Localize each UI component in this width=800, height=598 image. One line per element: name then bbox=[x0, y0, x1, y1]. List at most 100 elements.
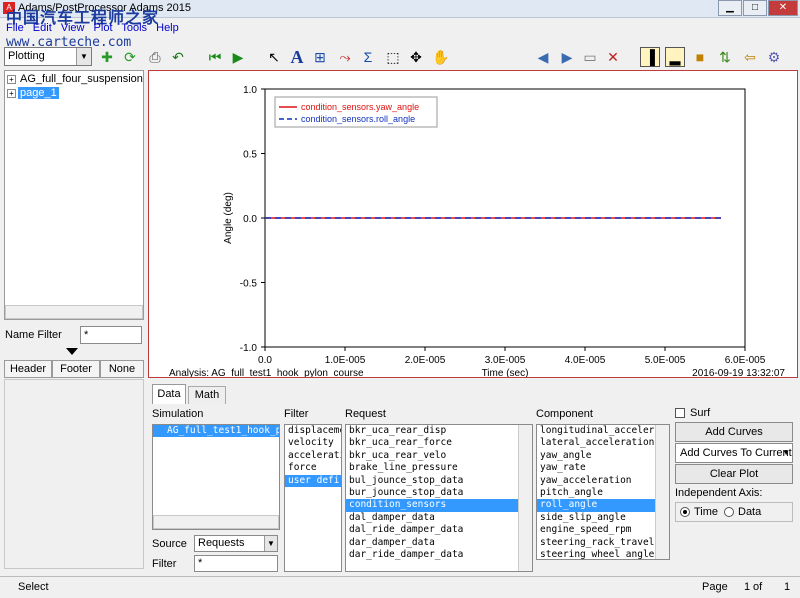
refresh-icon[interactable]: ⟳ bbox=[120, 47, 140, 67]
new-page-icon[interactable]: ▭ bbox=[580, 47, 600, 67]
filter-list[interactable]: displaceme velocity accelerati force user de… bbox=[284, 424, 342, 572]
delete-page-icon[interactable]: ✕ bbox=[603, 47, 623, 67]
tree-item-model[interactable]: + AG_full_four_suspension bbox=[7, 73, 145, 87]
none-button[interactable]: None bbox=[100, 360, 144, 378]
simulation-list[interactable]: AG_full_test1_hook_py bbox=[152, 424, 280, 530]
swap-icon[interactable]: ⇅ bbox=[715, 47, 735, 67]
chart-svg[interactable]: 1.00.50.0-0.5-1.00.0 1.0E-005 2.0E-005 3.0E… bbox=[149, 71, 797, 379]
expand-icon[interactable]: + bbox=[7, 74, 16, 84]
tab-math[interactable]: Math bbox=[188, 386, 226, 404]
menu-help[interactable]: Help bbox=[156, 22, 179, 34]
menu-view[interactable]: View bbox=[61, 22, 85, 34]
list-item[interactable]: steering_rack_travel bbox=[537, 537, 669, 549]
list-item[interactable]: bkr_uca_rear_force bbox=[346, 437, 532, 449]
list-item[interactable]: bkr_uca_rear_disp bbox=[346, 425, 532, 437]
mode-select[interactable]: Plotting ▼ bbox=[4, 47, 92, 66]
rewind-icon[interactable]: ⏮ bbox=[205, 47, 225, 67]
of-label: of bbox=[753, 581, 763, 593]
sum-icon[interactable]: Σ bbox=[358, 47, 378, 67]
list-item[interactable]: dar_ride_damper_data bbox=[346, 549, 532, 561]
next-page-icon[interactable]: ▶ bbox=[557, 47, 577, 67]
fit-icon[interactable]: ✥ bbox=[406, 47, 426, 67]
maximize-button[interactable]: □ bbox=[743, 0, 767, 16]
zoom-box-icon[interactable]: ⬚ bbox=[383, 47, 403, 67]
list-item[interactable]: side_slip_angle bbox=[537, 512, 669, 524]
list-item[interactable]: accelerati bbox=[285, 450, 341, 462]
expand-icon[interactable]: + bbox=[7, 88, 16, 98]
list-item[interactable]: dal_damper_data bbox=[346, 512, 532, 524]
play-icon[interactable]: ▶ bbox=[228, 47, 248, 67]
select-arrow-icon[interactable]: ↖ bbox=[264, 47, 284, 67]
list-item[interactable]: brake_line_pressure bbox=[346, 462, 532, 474]
list-item[interactable]: bur_jounce_stop_data bbox=[346, 487, 532, 499]
data-radio[interactable] bbox=[724, 507, 734, 517]
tab-data[interactable]: Data bbox=[152, 384, 186, 404]
minimize-button[interactable]: ▁ bbox=[718, 0, 742, 16]
simulation-hscrollbar[interactable] bbox=[153, 515, 279, 529]
header-button[interactable]: Header bbox=[4, 360, 52, 378]
list-item[interactable]: displaceme bbox=[285, 425, 341, 437]
request-vertical-scrollbar[interactable] bbox=[518, 425, 532, 571]
surf-checkbox[interactable] bbox=[675, 408, 685, 418]
list-item[interactable]: condition_sensors bbox=[346, 499, 532, 512]
component-list[interactable]: longitudinal_accelerat lateral_accelerati… bbox=[536, 424, 670, 560]
list-item[interactable]: steering_wheel_angle bbox=[537, 549, 669, 559]
y-tick-label: -1.0 bbox=[240, 343, 258, 354]
list-item[interactable]: dal_ride_damper_data bbox=[346, 524, 532, 536]
legend-label: condition_sensors.yaw_angle bbox=[301, 102, 419, 112]
plot-area[interactable]: 1.0 0.5 0.0 -0.5 -1.0 0.0 1.0E-005 2.0E-005 3.0E… bbox=[148, 70, 798, 379]
undo-icon[interactable]: ↶ bbox=[168, 47, 188, 67]
tree-item-page[interactable]: + page_1 bbox=[7, 87, 59, 101]
text-icon[interactable]: A bbox=[287, 47, 307, 67]
add-page-icon[interactable]: ✚ bbox=[97, 47, 117, 67]
previous-page-icon[interactable]: ◀ bbox=[533, 47, 553, 67]
curve-edit-icon[interactable]: ⤳ bbox=[335, 47, 355, 67]
hand-icon[interactable]: ✋ bbox=[431, 47, 451, 67]
footer-button[interactable]: Footer bbox=[52, 360, 100, 378]
list-item[interactable]: longitudinal_accelerat bbox=[537, 425, 669, 437]
menu-tools[interactable]: Tools bbox=[121, 22, 147, 34]
clear-plot-button[interactable]: Clear Plot bbox=[675, 464, 793, 484]
list-item[interactable]: yaw_angle bbox=[537, 450, 669, 462]
layout-bottom-icon[interactable]: ▂ bbox=[665, 47, 685, 67]
add-curves-to-select[interactable]: Add Curves To Current ▼ bbox=[675, 443, 793, 463]
list-item[interactable]: force bbox=[285, 462, 341, 474]
property-panel bbox=[4, 379, 144, 569]
list-item[interactable]: bkr_uca_rear_velo bbox=[346, 450, 532, 462]
frame-icon[interactable]: ⊞ bbox=[310, 47, 330, 67]
tree-horizontal-scrollbar[interactable] bbox=[5, 305, 143, 319]
settings-gear-icon[interactable]: ⚙ bbox=[764, 47, 784, 67]
list-item[interactable]: dar_damper_data bbox=[346, 537, 532, 549]
collapse-arrow-icon[interactable] bbox=[66, 348, 78, 355]
list-item[interactable]: yaw_rate bbox=[537, 462, 669, 474]
list-item[interactable]: roll_angle bbox=[537, 499, 669, 512]
list-item[interactable]: pitch_angle bbox=[537, 487, 669, 499]
x-tick-label: 1.0E-005 bbox=[325, 355, 366, 366]
list-item[interactable]: bul_jounce_stop_data bbox=[346, 475, 532, 487]
page-number: 1 bbox=[744, 581, 751, 593]
list-item[interactable]: velocity bbox=[285, 437, 341, 449]
component-vertical-scrollbar[interactable] bbox=[655, 425, 669, 559]
menu-file[interactable]: File bbox=[6, 22, 24, 34]
source-select[interactable]: Requests ▼ bbox=[194, 535, 278, 552]
add-curves-button[interactable]: Add Curves bbox=[675, 422, 793, 442]
name-filter-input[interactable]: * bbox=[80, 326, 142, 344]
tree-view[interactable]: + AG_full_four_suspension + page_1 bbox=[4, 70, 144, 320]
list-item[interactable]: engine_speed_rpm bbox=[537, 524, 669, 536]
list-item[interactable]: lateral_acceleration bbox=[537, 437, 669, 449]
print-icon[interactable]: ⎙ bbox=[145, 47, 165, 67]
request-list[interactable]: bkr_uca_rear_disp bkr_uca_rear_force bkr_u… bbox=[345, 424, 533, 572]
menu-plot[interactable]: Plot bbox=[94, 22, 113, 34]
page-label: Page bbox=[702, 581, 728, 593]
filter2-input[interactable]: * bbox=[194, 555, 278, 572]
layout-full-icon[interactable]: ■ bbox=[690, 47, 710, 67]
list-item[interactable]: user defir bbox=[285, 474, 341, 487]
x-tick-label: 2.0E-005 bbox=[405, 355, 446, 366]
list-item[interactable]: AG_full_test1_hook_py bbox=[153, 425, 279, 438]
time-radio[interactable] bbox=[680, 507, 690, 517]
close-button[interactable]: ✕ bbox=[768, 0, 798, 16]
exit-icon[interactable]: ⇦ bbox=[740, 47, 760, 67]
list-item[interactable]: yaw_acceleration bbox=[537, 475, 669, 487]
menu-edit[interactable]: Edit bbox=[33, 22, 52, 34]
layout-left-icon[interactable]: ▐ bbox=[640, 47, 660, 67]
